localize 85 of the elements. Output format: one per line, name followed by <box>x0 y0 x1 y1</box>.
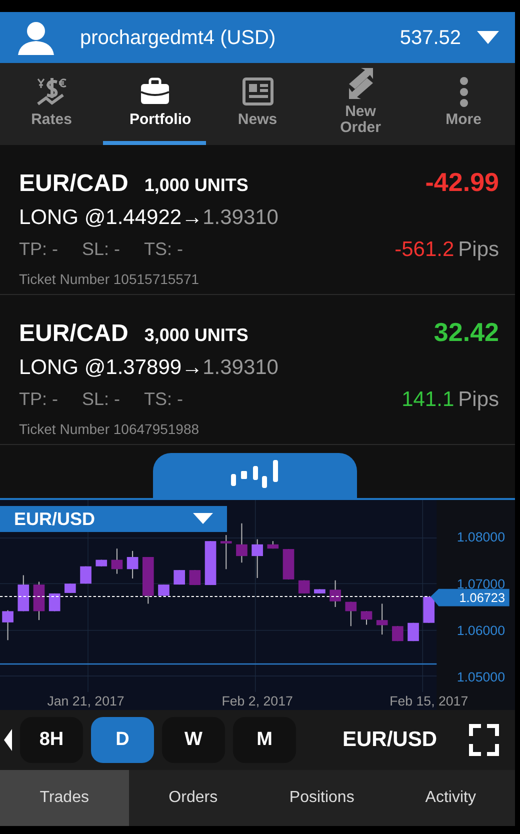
chart-symbol: EUR/USD <box>342 727 437 754</box>
nav-tab[interactable]: New Order <box>309 63 412 145</box>
trade-units: 1,000 UNITS <box>144 174 248 197</box>
dropdown-icon <box>193 513 213 525</box>
axis-label: 1.08000 <box>456 530 505 545</box>
profit-loss: -42.99 <box>425 166 499 199</box>
axis-label: 1.07000 <box>456 576 505 592</box>
ticket-number: Ticket Number 10515715571 <box>19 270 200 289</box>
entry-price: LONG @1.37899→ <box>19 356 203 379</box>
pips-value: 141.1 <box>402 388 454 410</box>
candlestick <box>111 548 123 574</box>
bottom-tab[interactable]: Orders <box>128 770 258 826</box>
take-profit: TP: - <box>19 388 58 411</box>
scroll-left-icon[interactable] <box>4 729 12 751</box>
pair-symbol: EUR/CAD <box>19 169 128 199</box>
candlestick <box>408 622 419 642</box>
candlestick <box>158 584 170 596</box>
candlestick <box>282 548 294 580</box>
timeframe-button[interactable]: 8H <box>20 717 83 763</box>
candlestick <box>18 574 30 612</box>
candlestick <box>392 626 404 642</box>
entry-price: LONG @1.44922→ <box>19 206 203 229</box>
trailing-stop: TS: - <box>144 388 184 411</box>
symbol-label: EUR/USD <box>14 508 96 530</box>
candlestick <box>80 566 92 584</box>
candlestick <box>174 570 185 586</box>
trailing-stop: TS: - <box>144 238 184 261</box>
fullscreen-icon[interactable] <box>469 724 499 756</box>
current-price: 1.39310 <box>202 356 278 379</box>
candlestick <box>96 559 108 567</box>
candlestick <box>345 601 357 627</box>
current-price: 1.39310 <box>202 206 278 229</box>
candlestick <box>423 596 435 624</box>
pips-unit: Pips <box>458 388 499 410</box>
newspaper-icon <box>242 76 274 108</box>
dropdown-icon[interactable] <box>477 30 499 44</box>
candlestick <box>204 540 216 586</box>
candlestick <box>314 588 326 594</box>
axis-label: Jan 21, 2017 <box>47 693 124 708</box>
axis-label: Feb 15, 2017 <box>390 693 468 708</box>
candlestick <box>189 570 201 586</box>
ticket-number: Ticket Number 10647951988 <box>19 420 200 439</box>
pair-symbol: EUR/CAD <box>19 319 128 349</box>
stop-loss: SL: - <box>82 388 120 411</box>
stop-loss: SL: - <box>82 238 120 261</box>
trade-units: 3,000 UNITS <box>144 324 248 347</box>
nav-tab[interactable]: News <box>206 63 309 145</box>
candlestick <box>236 522 248 564</box>
chart-tab[interactable] <box>153 453 357 498</box>
axis-label: Feb 2, 2017 <box>222 693 293 708</box>
candlestick <box>360 610 372 626</box>
candlestick <box>126 550 138 579</box>
symbol-selector[interactable]: EUR/USD <box>0 506 227 532</box>
candlestick <box>142 556 154 604</box>
bottom-tab[interactable]: Activity <box>386 770 515 826</box>
candlestick <box>64 583 76 594</box>
axis-label: 1.06000 <box>456 623 505 638</box>
candlestick <box>2 610 14 641</box>
take-profit: TP: - <box>19 238 58 261</box>
pips-unit: Pips <box>458 238 499 260</box>
pips-value: -561.2 <box>394 238 454 260</box>
timeframe-button[interactable]: D <box>91 717 154 763</box>
currency-icon <box>36 76 68 108</box>
candlestick <box>48 592 60 612</box>
timeframe-button[interactable]: W <box>162 717 225 763</box>
candlestick <box>33 581 45 621</box>
candlestick <box>330 580 341 608</box>
candlestick <box>220 534 232 570</box>
bottom-tab[interactable]: Trades <box>0 770 129 826</box>
nav-tab[interactable]: More <box>412 63 515 145</box>
profit-loss: 32.42 <box>434 316 499 349</box>
candlestick <box>252 538 263 579</box>
candlestick <box>298 580 310 594</box>
price-tag: 1.06723 <box>430 588 510 606</box>
account-name: prochargedmt4 (USD) <box>80 26 276 50</box>
candlestick <box>376 603 388 636</box>
nav-tab[interactable]: Rates <box>0 63 103 145</box>
candlestick <box>267 540 279 550</box>
axis-label: 1.05000 <box>456 670 505 685</box>
bottom-tab[interactable]: Positions <box>258 770 386 826</box>
more-icon <box>460 76 468 108</box>
account-balance: 537.52 <box>400 26 461 50</box>
user-icon[interactable] <box>16 20 56 56</box>
ref-line-label: 1.06723 <box>459 591 505 606</box>
timeframe-button[interactable]: M <box>233 717 296 763</box>
